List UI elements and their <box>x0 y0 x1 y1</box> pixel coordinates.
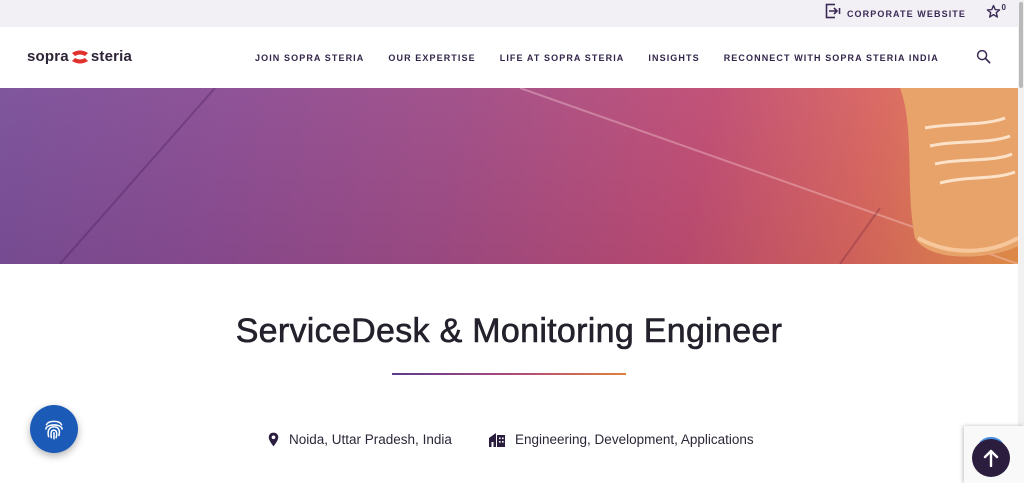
nav-insights[interactable]: INSIGHTS <box>648 53 699 63</box>
nav-join-sopra-steria[interactable]: JOIN SOPRA STERIA <box>255 53 364 63</box>
hero-shoe-image <box>59 88 1018 264</box>
nav-reconnect-india[interactable]: RECONNECT WITH SOPRA STERIA INDIA <box>724 53 939 63</box>
fingerprint-icon <box>45 420 63 440</box>
sopra-steria-logo[interactable]: sopra steria <box>27 48 132 65</box>
top-utility-bar: CORPORATE WEBSITE 0 <box>0 0 1018 27</box>
job-location: Noida, Uttar Pradesh, India <box>268 432 452 447</box>
title-divider <box>392 373 626 375</box>
favorites-count: 0 <box>1001 3 1006 12</box>
star-icon <box>986 4 1001 24</box>
job-category: Engineering, Development, Applications <box>489 432 754 447</box>
fingerprint-button[interactable] <box>30 405 78 453</box>
logo-word-steria: steria <box>90 48 133 65</box>
building-icon <box>489 433 505 447</box>
corporate-website-link[interactable]: CORPORATE WEBSITE <box>825 3 966 24</box>
arrow-up-icon <box>983 449 999 467</box>
search-icon <box>976 49 991 64</box>
job-category-text: Engineering, Development, Applications <box>515 432 754 447</box>
search-button[interactable] <box>976 49 991 69</box>
page-scrollbar[interactable] <box>1018 0 1024 483</box>
favorites-button[interactable]: 0 <box>986 3 1006 24</box>
nav-life-at-sopra-steria[interactable]: LIFE AT SOPRA STERIA <box>500 53 625 63</box>
main-navbar: sopra steria JOIN SOPRA STERIA OUR EXPER… <box>0 27 1018 89</box>
logo-mark-icon <box>71 50 88 63</box>
hero-banner <box>0 88 1018 264</box>
logo-word-sopra: sopra <box>27 48 69 65</box>
job-title: ServiceDesk & Monitoring Engineer <box>235 312 783 351</box>
map-pin-icon <box>268 432 279 447</box>
primary-menu: JOIN SOPRA STERIA OUR EXPERTISE LIFE AT … <box>255 53 963 63</box>
exit-arrow-icon <box>825 3 841 24</box>
back-to-top-button[interactable] <box>972 439 1010 477</box>
job-location-text: Noida, Uttar Pradesh, India <box>289 432 452 447</box>
nav-our-expertise[interactable]: OUR EXPERTISE <box>388 53 475 63</box>
corporate-website-label: CORPORATE WEBSITE <box>846 8 966 19</box>
scrollbar-thumb[interactable] <box>1019 2 1023 88</box>
